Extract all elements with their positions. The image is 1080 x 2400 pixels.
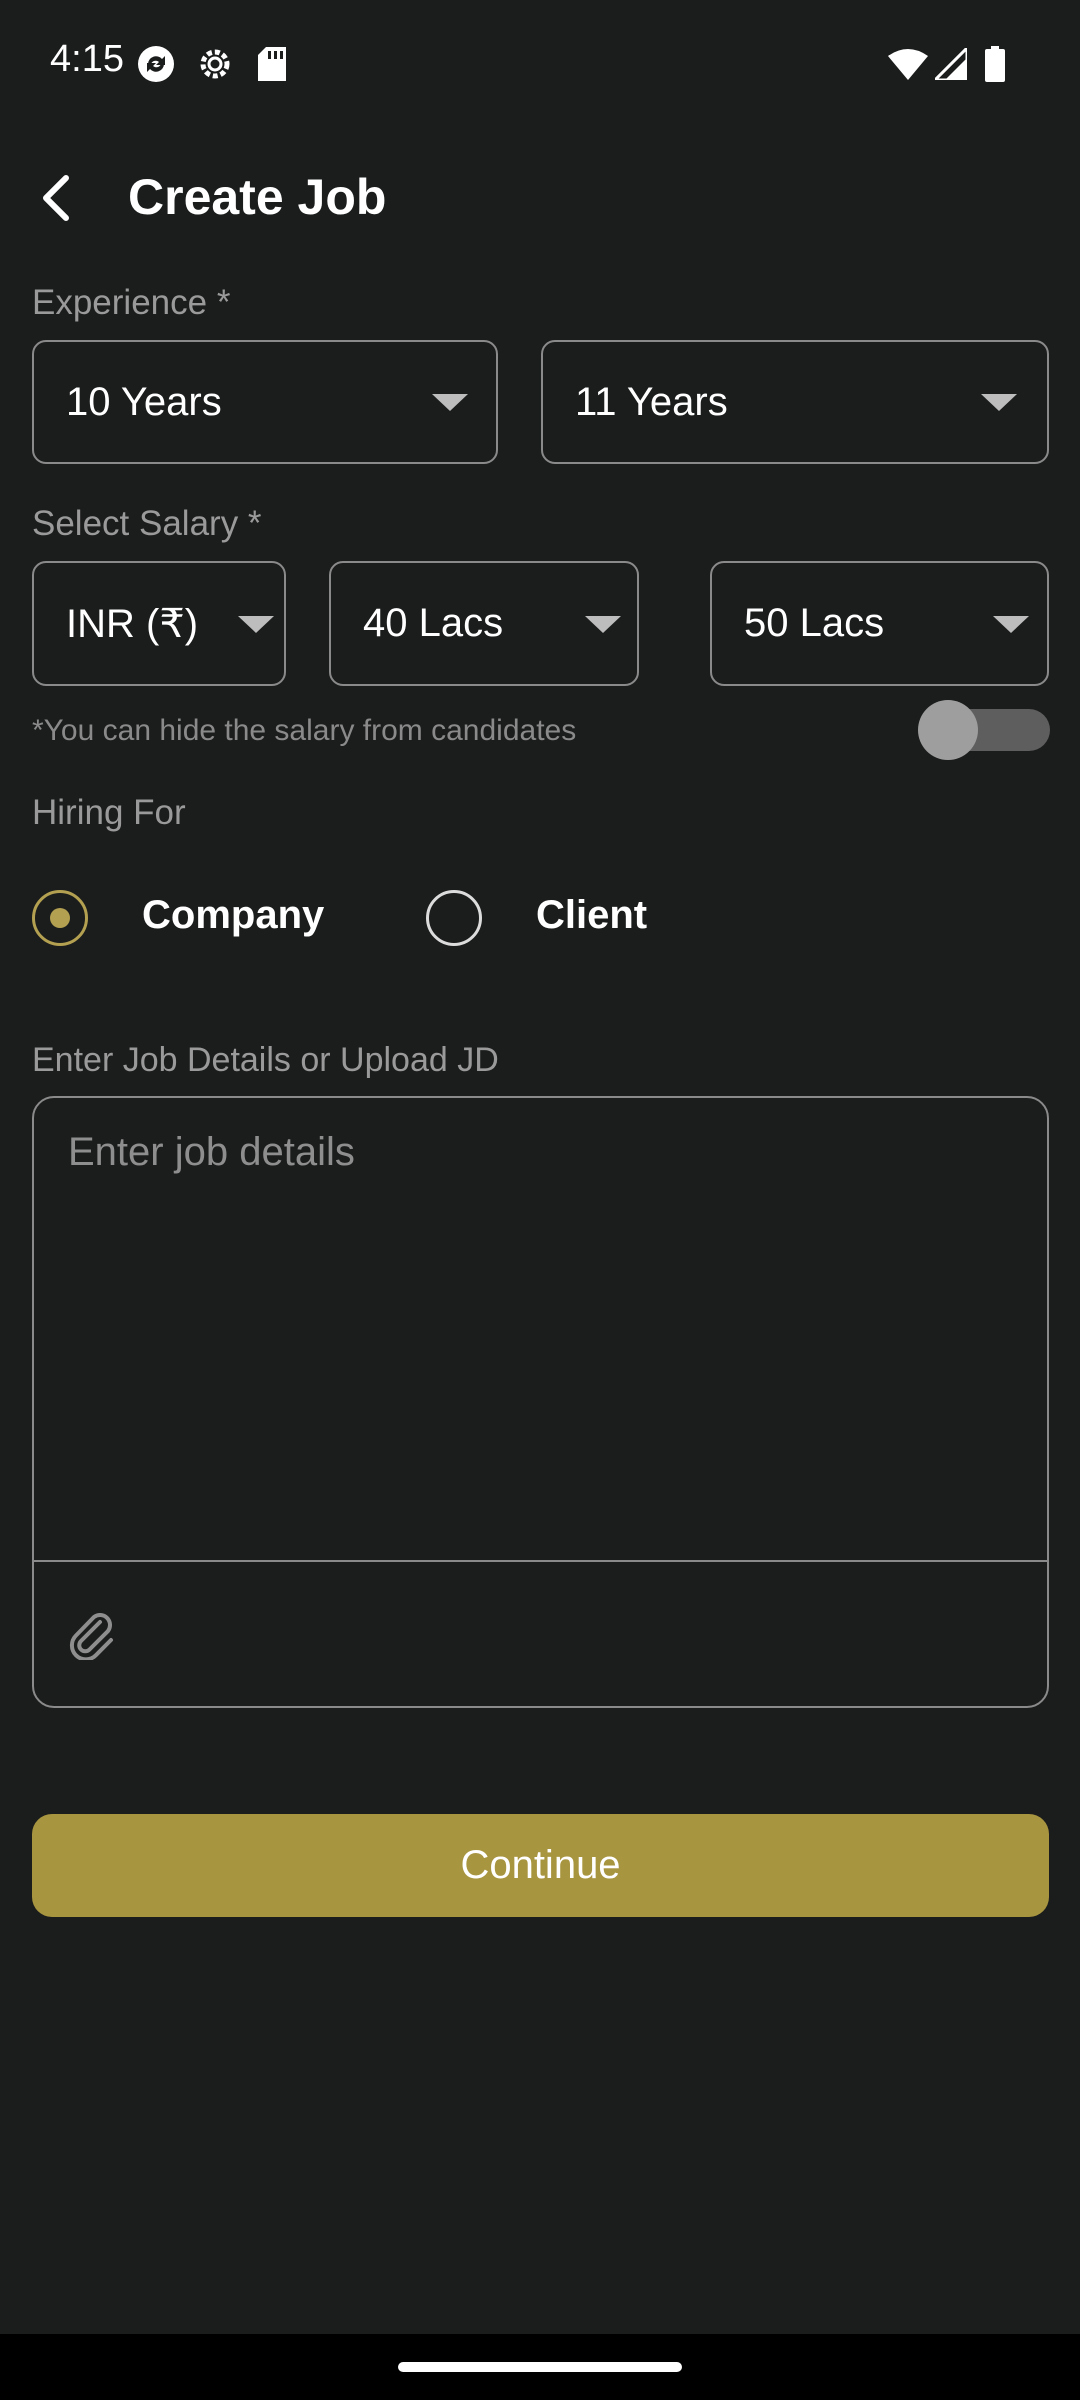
hiring-for-label: Hiring For: [32, 793, 186, 832]
chevron-down-icon: [585, 615, 621, 633]
salary-label: Select Salary *: [32, 504, 262, 543]
chevron-down-icon: [238, 615, 274, 633]
divider: [34, 1560, 1047, 1562]
paperclip-icon: [69, 1613, 113, 1660]
sync-icon: [134, 44, 178, 84]
sd-card-icon: [256, 44, 288, 84]
home-gesture-handle[interactable]: [398, 2362, 682, 2372]
job-details-label: Enter Job Details or Upload JD: [32, 1041, 499, 1079]
salary-max-dropdown[interactable]: 50 Lacs: [710, 561, 1049, 686]
job-details-input[interactable]: [66, 1128, 1016, 1528]
experience-max-dropdown[interactable]: 11 Years: [541, 340, 1049, 464]
wifi-icon: [888, 44, 928, 84]
experience-max-value: 11 Years: [575, 379, 728, 424]
salary-max-value: 50 Lacs: [744, 601, 885, 645]
radio-company-label[interactable]: Company: [142, 893, 324, 938]
hide-salary-toggle-knob[interactable]: [918, 700, 978, 760]
signal-icon: [934, 44, 968, 84]
radio-selected-dot: [50, 908, 70, 928]
chevron-down-icon: [993, 615, 1029, 633]
radio-client[interactable]: [426, 890, 482, 946]
hide-salary-hint: *You can hide the salary from candidates: [32, 714, 577, 747]
attach-button[interactable]: [62, 1604, 122, 1664]
settings-icon: [193, 44, 237, 84]
continue-button[interactable]: Continue: [32, 1814, 1049, 1917]
salary-min-dropdown[interactable]: 40 Lacs: [329, 561, 639, 686]
currency-value: INR (₹): [66, 601, 199, 646]
status-time: 4:15: [50, 38, 124, 80]
currency-dropdown[interactable]: INR (₹): [32, 561, 286, 686]
page-title: Create Job: [128, 169, 387, 225]
salary-min-value: 40 Lacs: [363, 601, 504, 645]
chevron-down-icon: [981, 394, 1017, 411]
back-button[interactable]: [24, 166, 88, 230]
back-arrow-icon: [43, 175, 69, 221]
experience-min-value: 10 Years: [66, 379, 222, 424]
battery-icon: [982, 44, 1008, 84]
chevron-down-icon: [432, 394, 468, 411]
experience-min-dropdown[interactable]: 10 Years: [32, 340, 498, 464]
radio-client-label[interactable]: Client: [536, 893, 647, 938]
experience-label: Experience *: [32, 283, 231, 322]
radio-company[interactable]: [32, 890, 88, 946]
